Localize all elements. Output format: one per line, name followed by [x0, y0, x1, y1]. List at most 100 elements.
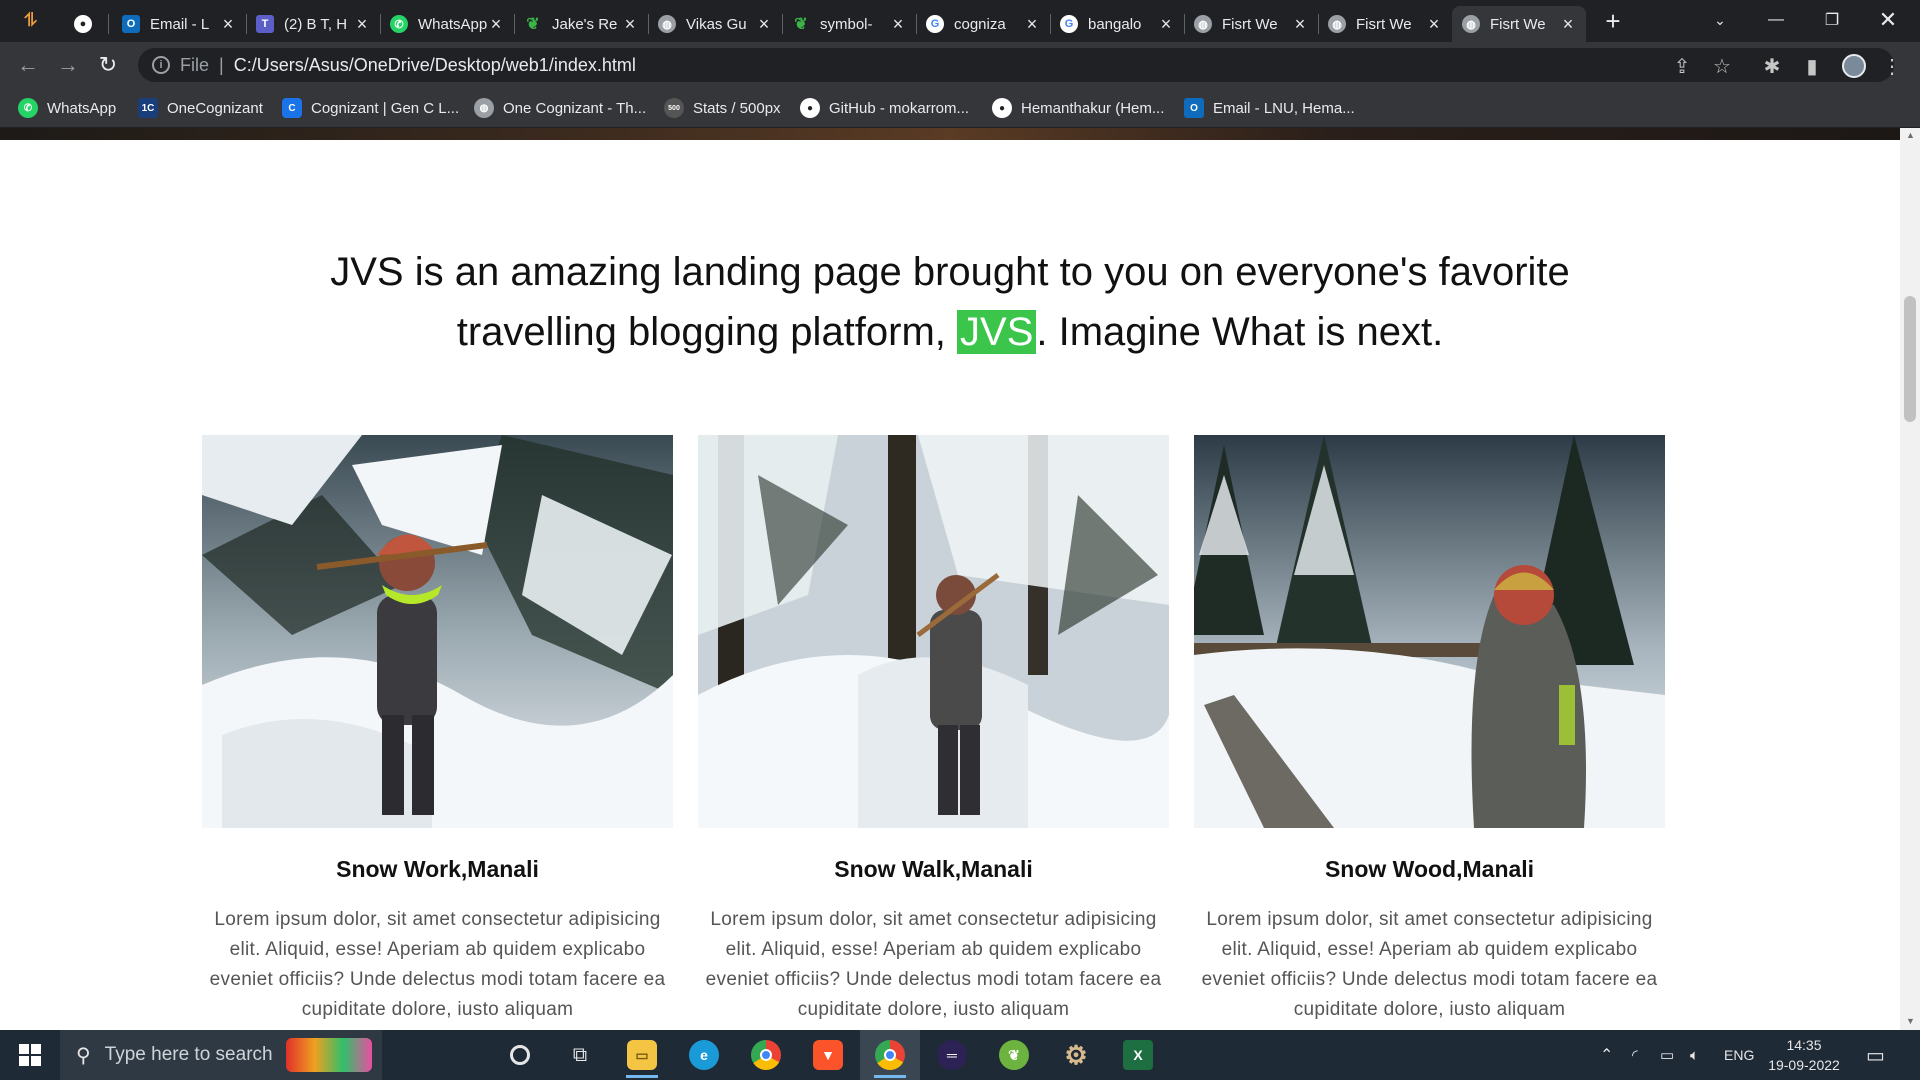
bookmark-label: GitHub - mokarrom... [829, 99, 970, 117]
bookmark-one-cognizant[interactable]: ◍ One Cognizant - Th... [474, 96, 646, 120]
tray-chevron-icon[interactable]: ⌃ [1600, 1030, 1613, 1080]
close-icon[interactable]: × [756, 14, 772, 35]
tab-label: WhatsApp [418, 15, 488, 33]
file-explorer-app[interactable]: ▭ [612, 1030, 672, 1080]
spring-app[interactable]: ❦ [984, 1030, 1044, 1080]
task-view-button[interactable]: ⧉ [550, 1030, 610, 1080]
bookmark-star-icon[interactable]: ☆ [1708, 52, 1736, 80]
tab-jakes[interactable]: ❦ Jake's Re × [514, 6, 648, 42]
bookmarks-bar: ✆ WhatsApp 1C OneCognizant C Cognizant |… [0, 88, 1920, 128]
close-icon[interactable]: × [622, 14, 638, 35]
chrome-app[interactable] [736, 1030, 796, 1080]
github-icon: ● [800, 98, 820, 118]
volume-icon[interactable]: 🔈︎ [1690, 1030, 1699, 1080]
avatar[interactable] [1840, 52, 1868, 80]
close-icon[interactable]: × [1158, 14, 1174, 35]
tab-whatsapp[interactable]: ✆ WhatsApp × [380, 6, 514, 42]
menu-icon[interactable]: ⋮ [1878, 52, 1906, 80]
close-icon[interactable]: × [1292, 14, 1308, 35]
restore-button[interactable]: ❐ [1804, 0, 1860, 40]
tab-symbol[interactable]: ❦ symbol- × [782, 6, 916, 42]
tab-label: bangalo [1088, 15, 1142, 33]
close-icon[interactable]: × [1560, 14, 1576, 35]
excel-app[interactable]: X [1108, 1030, 1168, 1080]
card-description: Lorem ipsum dolor, sit amet consectetur … [705, 909, 1162, 1020]
scroll-up-arrow-icon[interactable]: ▲ [1906, 130, 1915, 140]
reload-button[interactable]: ↻ [94, 51, 122, 79]
scrollbar-thumb[interactable] [1904, 296, 1916, 422]
task-view-icon: ⧉ [572, 1043, 588, 1066]
info-icon[interactable]: i [152, 56, 170, 74]
address-url[interactable]: C:/Users/Asus/OneDrive/Desktop/web1/inde… [234, 55, 636, 76]
globe-icon: ◍ [658, 15, 676, 33]
tab-first-web-1[interactable]: ◍ Fisrt We × [1184, 6, 1318, 42]
bookmark-label: Hemanthakur (Hem... [1021, 99, 1165, 117]
close-icon[interactable]: × [1426, 14, 1442, 35]
card-description: Lorem ipsum dolor, sit amet consectetur … [209, 909, 666, 1020]
page-scrollbar[interactable]: ▲ ▼ [1900, 128, 1920, 1030]
bookmark-email-lnu[interactable]: O Email - LNU, Hema... [1184, 96, 1355, 120]
teams-icon: T [256, 15, 274, 33]
clock[interactable]: 14:35 19-09-2022 [1768, 1030, 1840, 1080]
side-panel-icon[interactable]: ▮ [1798, 52, 1826, 80]
tab-email[interactable]: O Email - L × [112, 6, 246, 42]
github-icon: ● [992, 98, 1012, 118]
tab-first-web-2[interactable]: ◍ Fisrt We × [1318, 6, 1452, 42]
start-button[interactable] [0, 1030, 60, 1080]
github-icon: ● [74, 15, 92, 33]
tab-label: Fisrt We [1222, 15, 1278, 33]
back-button[interactable]: ← [14, 51, 42, 79]
share-icon[interactable]: ⇪ [1668, 52, 1696, 80]
bookmark-github-mokarrom[interactable]: ● GitHub - mokarrom... [800, 96, 969, 120]
tab-first-web-active[interactable]: ◍ Fisrt We × [1452, 6, 1586, 42]
tab-github[interactable]: ● [64, 6, 104, 42]
snow-walk-photo [698, 435, 1169, 828]
close-icon[interactable]: × [1024, 14, 1040, 35]
tab-search-icon[interactable]: ⥮ [24, 10, 50, 34]
bookmark-whatsapp[interactable]: ✆ WhatsApp [18, 96, 116, 120]
cortana-button[interactable] [490, 1030, 550, 1080]
edge-app[interactable]: e [674, 1030, 734, 1080]
close-icon[interactable]: × [220, 14, 236, 35]
scroll-down-arrow-icon[interactable]: ▼ [1906, 1016, 1915, 1026]
close-icon[interactable]: × [488, 14, 504, 35]
chrome-app-active[interactable] [860, 1030, 920, 1080]
intro-text-end: . Imagine What is next. [1036, 310, 1444, 354]
browser-toolbar: ← → ↻ i File | C:/Users/Asus/OneDrive/De… [0, 42, 1920, 88]
tab-teams[interactable]: T (2) B T, H × [246, 6, 380, 42]
card-description: Lorem ipsum dolor, sit amet consectetur … [1201, 909, 1658, 1020]
eclipse-app[interactable]: ═ [922, 1030, 982, 1080]
notifications-icon[interactable]: ▭ [1866, 1030, 1885, 1080]
blog-card: Snow Wood,Manali Lorem ipsum dolor, sit … [1194, 435, 1665, 1025]
settings-app[interactable]: ⚙ [1046, 1030, 1106, 1080]
tab-bangalore[interactable]: G bangalo × [1050, 6, 1184, 42]
brave-app[interactable]: ▼ [798, 1030, 858, 1080]
extensions-icon[interactable]: ✱ [1758, 52, 1786, 80]
new-tab-button[interactable]: + [1598, 6, 1628, 36]
leaf-icon: ❦ [526, 16, 540, 33]
language-indicator[interactable]: ENG [1724, 1030, 1754, 1080]
bookmark-onecognizant[interactable]: 1C OneCognizant [138, 96, 263, 120]
minimize-button[interactable]: — [1748, 0, 1804, 40]
wifi-icon[interactable]: ◜ [1632, 1030, 1638, 1080]
spring-leaf-icon: ❦ [999, 1040, 1029, 1070]
address-bar[interactable]: i File | C:/Users/Asus/OneDrive/Desktop/… [138, 48, 1894, 82]
tab-cognizant[interactable]: G cogniza × [916, 6, 1050, 42]
taskbar-search[interactable]: ⚲ Type here to search [60, 1030, 382, 1080]
battery-icon[interactable]: ▭ [1660, 1030, 1674, 1080]
bookmark-cognizant-genc[interactable]: C Cognizant | Gen C L... [282, 96, 459, 120]
close-icon[interactable]: × [354, 14, 370, 35]
tab-vikas[interactable]: ◍ Vikas Gu × [648, 6, 782, 42]
bookmark-label: Email - LNU, Hema... [1213, 99, 1355, 117]
whatsapp-icon: ✆ [390, 15, 408, 33]
bookmark-500px[interactable]: 500 Stats / 500px [664, 96, 781, 120]
forward-button[interactable]: → [54, 51, 82, 79]
tab-label: symbol- [820, 15, 873, 33]
close-window-button[interactable]: ✕ [1860, 0, 1916, 40]
hero-image-edge [0, 128, 1900, 140]
bookmark-hemanthakur[interactable]: ● Hemanthakur (Hem... [992, 96, 1164, 120]
close-icon[interactable]: × [890, 14, 906, 35]
whatsapp-icon: ✆ [18, 98, 38, 118]
tab-search-chevron-icon[interactable]: ⌄ [1692, 0, 1748, 40]
tab-label: (2) B T, H [284, 15, 348, 33]
